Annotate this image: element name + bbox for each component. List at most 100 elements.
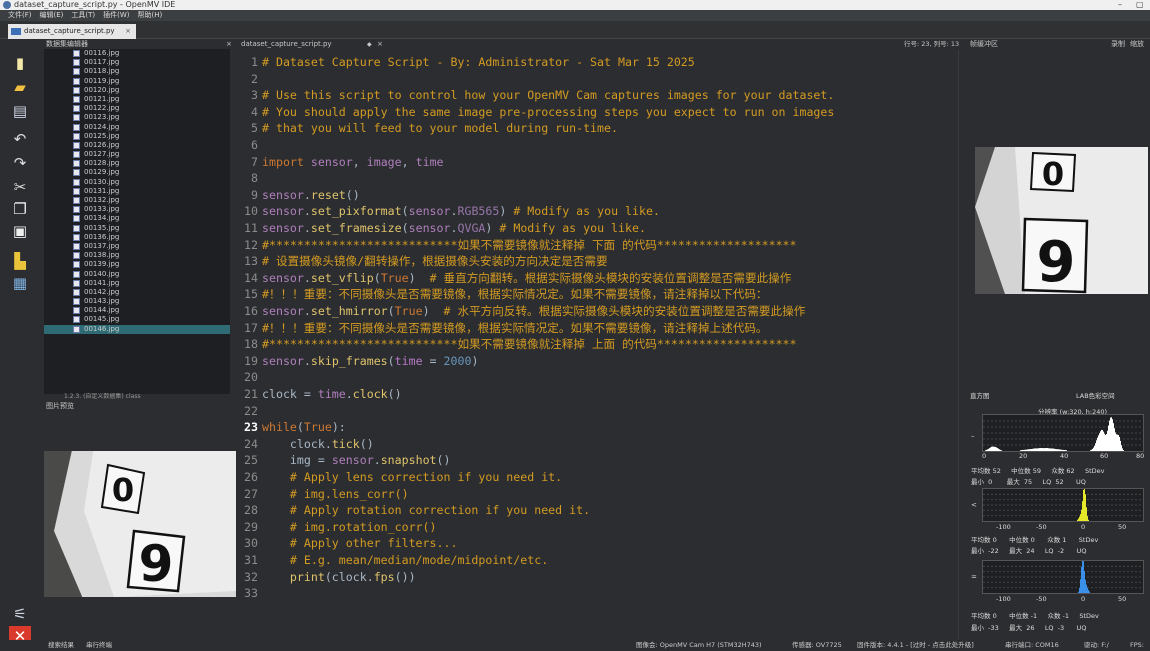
code-line[interactable]: 14 sensor.set_vflip(True) # 垂直方向翻转。根据实际摄像… [236, 270, 791, 286]
code-line[interactable]: 1 # Dataset Capture Script - By: Administ… [236, 54, 695, 70]
file-list-item[interactable]: 00122.jpg [44, 104, 230, 113]
close-editor-button[interactable]: × [377, 39, 383, 50]
code-line[interactable]: 11 sensor.set_framesize(sensor.QVGA) # Mo… [236, 220, 646, 236]
code-line[interactable]: 18 #***************************如果不需要镜像就注释… [236, 336, 796, 352]
file-list-item[interactable]: 00118.jpg [44, 67, 230, 76]
file-list-item[interactable]: 00124.jpg [44, 123, 230, 132]
firmware-info[interactable]: 固件版本: 4.4.1 - [过时 - 点击此处升级] [857, 640, 974, 651]
file-list-item[interactable]: 00134.jpg [44, 214, 230, 223]
new-file-icon[interactable]: ▮ [9, 53, 31, 73]
search-results-tab[interactable]: 搜索结果 [48, 640, 74, 651]
file-list-item[interactable]: 00121.jpg [44, 95, 230, 104]
file-list-item[interactable]: 00143.jpg [44, 297, 230, 306]
code-line[interactable]: 31 # E.g. mean/median/mode/midpoint/etc. [236, 552, 548, 568]
file-list-item[interactable]: 00131.jpg [44, 187, 230, 196]
code-line[interactable]: 10 sensor.set_pixformat(sensor.RGB565) # … [236, 203, 660, 219]
code-line[interactable]: 26 # Apply lens correction if you need i… [236, 469, 562, 485]
file-list-item[interactable]: 00135.jpg [44, 224, 230, 233]
file-dropdown-icon[interactable]: ◆ [367, 39, 372, 50]
zoom-button[interactable]: 缩放 [1130, 39, 1144, 50]
code-line[interactable]: 2 [236, 71, 262, 87]
cut-icon[interactable]: ✂ [9, 177, 31, 197]
menu-edit[interactable]: 编辑(E) [40, 10, 64, 21]
code-line[interactable]: 19 sensor.skip_frames(time = 2000) [236, 353, 478, 369]
undo-icon[interactable]: ↶ [9, 129, 31, 149]
file-list-item[interactable]: 00141.jpg [44, 279, 230, 288]
code-line[interactable]: 27 # img.lens_corr() [236, 486, 409, 502]
redo-icon[interactable]: ↷ [9, 153, 31, 173]
file-list-item[interactable]: 00116.jpg [44, 49, 230, 58]
save-icon[interactable]: ▤ [9, 101, 31, 121]
file-list-item[interactable]: 00146.jpg [44, 324, 230, 334]
code-line[interactable]: 13 # 设置摄像头镜像/翻转操作，根据摄像头安装的方向决定是否需要 [236, 253, 608, 269]
code-line[interactable]: 9 sensor.reset() [236, 187, 360, 203]
code-line[interactable]: 29 # img.rotation_corr() [236, 519, 436, 535]
menu-tools[interactable]: 工具(T) [71, 10, 95, 21]
code-line[interactable]: 5 # that you will feed to your model duri… [236, 120, 618, 136]
file-list-item[interactable]: 00120.jpg [44, 86, 230, 95]
file-list-item[interactable]: 00119.jpg [44, 77, 230, 86]
code-line[interactable]: 33 [236, 585, 262, 601]
open-folder-icon[interactable]: ▰ [9, 77, 31, 97]
copy-icon[interactable]: ❐ [9, 199, 31, 219]
code-line[interactable]: 21 clock = time.clock() [236, 386, 402, 402]
file-list-item[interactable]: 00127.jpg [44, 150, 230, 159]
code-line[interactable]: 24 clock.tick() [236, 436, 374, 452]
paste-icon[interactable]: ▣ [9, 221, 31, 241]
file-list-item[interactable]: 00123.jpg [44, 113, 230, 122]
code-line[interactable]: 4 # You should apply the same image pre-p… [236, 104, 834, 120]
close-dataset-editor-button[interactable]: × [226, 40, 232, 49]
menu-file[interactable]: 文件(F) [8, 10, 32, 21]
file-list-item[interactable]: 00138.jpg [44, 251, 230, 260]
code-editor[interactable]: 1 # Dataset Capture Script - By: Administ… [236, 50, 958, 642]
dataset-capture-icon[interactable]: ▦ [9, 273, 31, 293]
file-name: 00145.jpg [84, 315, 120, 324]
file-list-item[interactable]: 00132.jpg [44, 196, 230, 205]
file-list-item[interactable]: 00117.jpg [44, 58, 230, 67]
file-list-item[interactable]: 00133.jpg [44, 205, 230, 214]
dataset-new-class-icon[interactable]: ▙ [9, 251, 31, 271]
menu-help[interactable]: 帮助(H) [138, 10, 163, 21]
menu-plugins[interactable]: 插件(W) [103, 10, 129, 21]
line-number: 32 [244, 569, 258, 584]
file-list-item[interactable]: 00125.jpg [44, 132, 230, 141]
file-list-item[interactable]: 00145.jpg [44, 315, 230, 324]
minimize-button[interactable]: – [1118, 0, 1122, 10]
file-list-item[interactable]: 00142.jpg [44, 288, 230, 297]
file-list-item[interactable]: 00129.jpg [44, 168, 230, 177]
file-list-item[interactable]: 00137.jpg [44, 242, 230, 251]
file-list-item[interactable]: 00140.jpg [44, 270, 230, 279]
code-line[interactable]: 30 # Apply other filters... [236, 535, 457, 551]
code-line[interactable]: 20 [236, 369, 262, 385]
code-line[interactable]: 15 #！！！重要：不同摄像头是否需要镜像，根据实际情况定。如果不需要镜像，请注释… [236, 286, 767, 302]
file-list-item[interactable]: 00130.jpg [44, 178, 230, 187]
file-list-item[interactable]: 00144.jpg [44, 306, 230, 315]
code-line[interactable]: 16 sensor.set_hmirror(True) # 水平方向反转。根据实际… [236, 303, 805, 319]
maximize-button[interactable]: ▢ [1136, 0, 1144, 10]
code-line[interactable]: 3 # Use this script to control how your O… [236, 87, 834, 103]
code-line[interactable]: 17 #！！！重要：不同摄像头是否需要镜像，根据实际情况定。如果不需要镜像，请注释… [236, 320, 767, 336]
editor-scrollbar[interactable] [958, 50, 966, 640]
code-line[interactable]: 25 img = sensor.snapshot() [236, 452, 450, 468]
code-line[interactable]: 8 [236, 170, 262, 186]
serial-terminal-tab[interactable]: 串行终端 [86, 640, 112, 651]
file-list-item[interactable]: 00136.jpg [44, 233, 230, 242]
code-line[interactable]: 22 [236, 403, 262, 419]
code-line[interactable]: 7 import sensor, image, time [236, 154, 444, 170]
record-button[interactable]: 录制 [1111, 39, 1125, 50]
code-line[interactable]: 28 # Apply rotation correction if you ne… [236, 502, 590, 518]
file-list-item[interactable]: 00128.jpg [44, 159, 230, 168]
close-tab-button[interactable]: × [125, 24, 131, 39]
code-line[interactable]: 23 while(True): [236, 419, 346, 435]
image-preview: 0 9 [44, 451, 236, 597]
code-line[interactable]: 12 #***************************如果不需要镜像就注释… [236, 237, 796, 253]
file-list-item[interactable]: 00126.jpg [44, 141, 230, 150]
colorspace-select[interactable]: LAB色彩空间 [1076, 390, 1115, 400]
connect-icon[interactable]: ⚟ [9, 604, 31, 624]
code-line[interactable]: 32 print(clock.fps()) [236, 569, 416, 585]
dataset-folder-item[interactable]: 1.2.3. (自定义数据集) class [44, 393, 230, 401]
file-list-item[interactable]: 00139.jpg [44, 260, 230, 269]
tab-dataset-capture-script[interactable]: dataset_capture_script.py × [8, 24, 136, 39]
code-line[interactable]: 6 [236, 137, 262, 153]
board-info[interactable]: 图像会: OpenMV Cam H7 (STM32H743) [636, 640, 762, 651]
